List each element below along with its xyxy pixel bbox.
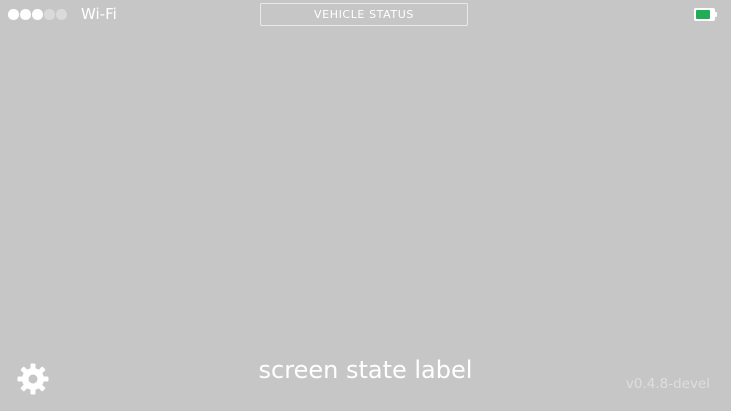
signal-dot-empty	[44, 9, 55, 20]
version-label: v0.4.8-devel	[625, 376, 710, 392]
vehicle-status-button[interactable]: VEHICLE STATUS	[260, 3, 468, 26]
network-label: Wi-Fi	[81, 5, 117, 23]
signal-dot-filled	[20, 9, 31, 20]
screen-state-label: screen state label	[258, 356, 473, 384]
signal-dot-empty	[56, 9, 67, 20]
battery-level-fill	[696, 10, 710, 19]
signal-dot-filled	[32, 9, 43, 20]
signal-dot-filled	[8, 9, 19, 20]
battery-icon	[694, 8, 718, 22]
battery-terminal	[715, 12, 717, 17]
signal-strength-icon	[8, 9, 67, 20]
